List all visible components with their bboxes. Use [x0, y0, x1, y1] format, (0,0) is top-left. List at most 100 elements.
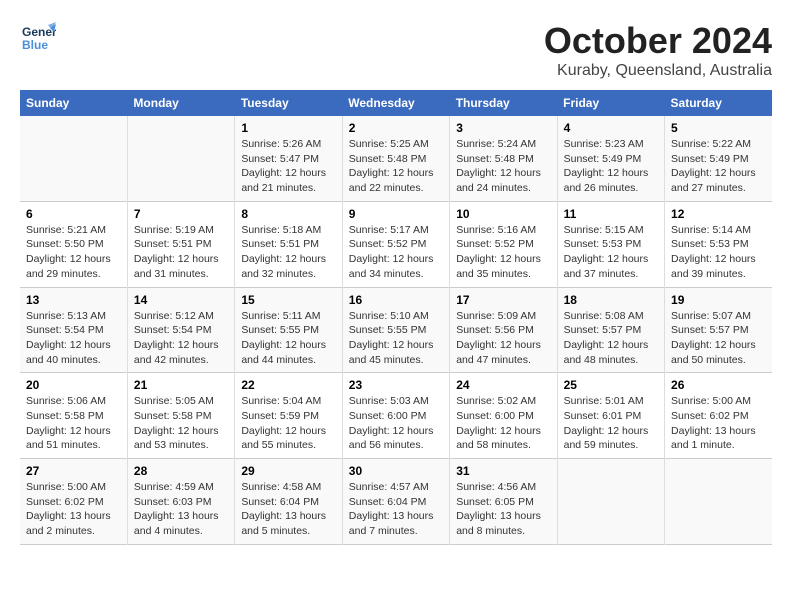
day-number: 18 [564, 293, 658, 307]
day-info: Sunrise: 5:02 AM Sunset: 6:00 PM Dayligh… [456, 394, 550, 453]
day-number: 27 [26, 464, 121, 478]
calendar-cell: 12Sunrise: 5:14 AM Sunset: 5:53 PM Dayli… [665, 201, 772, 287]
calendar-cell: 31 Sunrise: 4:56 AM Sunset: 6:05 PM Dayli… [450, 459, 557, 545]
day-number: 25 [564, 378, 658, 392]
logo: General Blue [20, 20, 56, 56]
calendar-cell: 10 Sunrise: 5:16 AM Sunset: 5:52 PM Dayli… [450, 201, 557, 287]
calendar-week-row: 1Sunrise: 5:26 AM Sunset: 5:47 PM Daylig… [20, 116, 772, 201]
calendar-cell: 8 Sunrise: 5:18 AM Sunset: 5:51 PM Daylig… [235, 201, 342, 287]
calendar-cell: 25 Sunrise: 5:01 AM Sunset: 6:01 PM Dayli… [557, 373, 664, 459]
day-info: Sunrise: 5:07 AM Sunset: 5:57 PM Dayligh… [671, 309, 766, 368]
day-number: 24 [456, 378, 550, 392]
calendar-cell: 1Sunrise: 5:26 AM Sunset: 5:47 PM Daylig… [235, 116, 342, 201]
calendar-cell: 6 Sunrise: 5:21 AM Sunset: 5:50 PM Daylig… [20, 201, 127, 287]
day-info: Sunrise: 4:59 AM Sunset: 6:03 PM Dayligh… [134, 480, 228, 539]
day-info: Sunrise: 4:56 AM Sunset: 6:05 PM Dayligh… [456, 480, 550, 539]
title-block: October 2024 Kuraby, Queensland, Austral… [544, 20, 772, 80]
calendar-cell [665, 459, 772, 545]
day-number: 14 [134, 293, 228, 307]
svg-text:Blue: Blue [22, 38, 48, 52]
day-number: 23 [349, 378, 443, 392]
day-info: Sunrise: 5:10 AM Sunset: 5:55 PM Dayligh… [349, 309, 443, 368]
day-info: Sunrise: 5:19 AM Sunset: 5:51 PM Dayligh… [134, 223, 228, 282]
weekday-header: Sunday [20, 90, 127, 116]
calendar-week-row: 6 Sunrise: 5:21 AM Sunset: 5:50 PM Daylig… [20, 201, 772, 287]
day-info: Sunrise: 5:11 AM Sunset: 5:55 PM Dayligh… [241, 309, 335, 368]
day-info: Sunrise: 5:08 AM Sunset: 5:57 PM Dayligh… [564, 309, 658, 368]
weekday-header: Tuesday [235, 90, 342, 116]
day-info: Sunrise: 5:21 AM Sunset: 5:50 PM Dayligh… [26, 223, 121, 282]
day-info: Sunrise: 5:25 AM Sunset: 5:48 PM Dayligh… [349, 137, 443, 196]
day-info: Sunrise: 4:58 AM Sunset: 6:04 PM Dayligh… [241, 480, 335, 539]
calendar-cell: 26 Sunrise: 5:00 AM Sunset: 6:02 PM Dayli… [665, 373, 772, 459]
day-info: Sunrise: 5:23 AM Sunset: 5:49 PM Dayligh… [564, 137, 658, 196]
day-info: Sunrise: 5:06 AM Sunset: 5:58 PM Dayligh… [26, 394, 121, 453]
calendar-cell: 3 Sunrise: 5:24 AM Sunset: 5:48 PM Daylig… [450, 116, 557, 201]
weekday-header: Saturday [665, 90, 772, 116]
weekday-header-row: SundayMondayTuesdayWednesdayThursdayFrid… [20, 90, 772, 116]
location: Kuraby, Queensland, Australia [544, 62, 772, 80]
weekday-header: Friday [557, 90, 664, 116]
day-info: Sunrise: 4:57 AM Sunset: 6:04 PM Dayligh… [349, 480, 443, 539]
day-info: Sunrise: 5:00 AM Sunset: 6:02 PM Dayligh… [26, 480, 121, 539]
calendar-cell: 17 Sunrise: 5:09 AM Sunset: 5:56 PM Dayli… [450, 287, 557, 373]
day-number: 4 [564, 121, 658, 135]
day-number: 26 [671, 378, 766, 392]
day-info: Sunrise: 5:16 AM Sunset: 5:52 PM Dayligh… [456, 223, 550, 282]
calendar-cell: 16 Sunrise: 5:10 AM Sunset: 5:55 PM Dayli… [342, 287, 449, 373]
day-number: 3 [456, 121, 550, 135]
calendar-cell [557, 459, 664, 545]
day-number: 16 [349, 293, 443, 307]
calendar-cell [127, 116, 234, 201]
day-info: Sunrise: 5:04 AM Sunset: 5:59 PM Dayligh… [241, 394, 335, 453]
calendar-table: SundayMondayTuesdayWednesdayThursdayFrid… [20, 90, 772, 545]
calendar-cell: 5 Sunrise: 5:22 AM Sunset: 5:49 PM Daylig… [665, 116, 772, 201]
day-number: 28 [134, 464, 228, 478]
day-number: 8 [241, 207, 335, 221]
day-number: 20 [26, 378, 121, 392]
calendar-week-row: 27 Sunrise: 5:00 AM Sunset: 6:02 PM Dayli… [20, 459, 772, 545]
weekday-header: Wednesday [342, 90, 449, 116]
calendar-cell: 15 Sunrise: 5:11 AM Sunset: 5:55 PM Dayli… [235, 287, 342, 373]
page-header: General Blue October 2024 Kuraby, Queens… [20, 20, 772, 80]
day-number: 17 [456, 293, 550, 307]
day-number: 19 [671, 293, 766, 307]
calendar-cell: 27 Sunrise: 5:00 AM Sunset: 6:02 PM Dayli… [20, 459, 127, 545]
day-number: 10 [456, 207, 550, 221]
calendar-cell: 20 Sunrise: 5:06 AM Sunset: 5:58 PM Dayli… [20, 373, 127, 459]
calendar-cell: 30Sunrise: 4:57 AM Sunset: 6:04 PM Dayli… [342, 459, 449, 545]
weekday-header: Monday [127, 90, 234, 116]
weekday-header: Thursday [450, 90, 557, 116]
calendar-cell: 9Sunrise: 5:17 AM Sunset: 5:52 PM Daylig… [342, 201, 449, 287]
day-number: 29 [241, 464, 335, 478]
day-info: Sunrise: 5:09 AM Sunset: 5:56 PM Dayligh… [456, 309, 550, 368]
day-info: Sunrise: 5:22 AM Sunset: 5:49 PM Dayligh… [671, 137, 766, 196]
calendar-cell: 24 Sunrise: 5:02 AM Sunset: 6:00 PM Dayli… [450, 373, 557, 459]
day-number: 5 [671, 121, 766, 135]
day-info: Sunrise: 5:26 AM Sunset: 5:47 PM Dayligh… [241, 137, 335, 196]
day-info: Sunrise: 5:01 AM Sunset: 6:01 PM Dayligh… [564, 394, 658, 453]
day-number: 7 [134, 207, 228, 221]
day-number: 31 [456, 464, 550, 478]
day-info: Sunrise: 5:00 AM Sunset: 6:02 PM Dayligh… [671, 394, 766, 453]
calendar-cell: 4 Sunrise: 5:23 AM Sunset: 5:49 PM Daylig… [557, 116, 664, 201]
day-number: 2 [349, 121, 443, 135]
day-number: 15 [241, 293, 335, 307]
day-number: 11 [564, 207, 658, 221]
calendar-cell [20, 116, 127, 201]
calendar-cell: 21Sunrise: 5:05 AM Sunset: 5:58 PM Dayli… [127, 373, 234, 459]
day-number: 6 [26, 207, 121, 221]
day-info: Sunrise: 5:13 AM Sunset: 5:54 PM Dayligh… [26, 309, 121, 368]
month-title: October 2024 [544, 20, 772, 62]
day-info: Sunrise: 5:24 AM Sunset: 5:48 PM Dayligh… [456, 137, 550, 196]
calendar-week-row: 20 Sunrise: 5:06 AM Sunset: 5:58 PM Dayli… [20, 373, 772, 459]
day-info: Sunrise: 5:18 AM Sunset: 5:51 PM Dayligh… [241, 223, 335, 282]
day-number: 22 [241, 378, 335, 392]
calendar-cell: 11Sunrise: 5:15 AM Sunset: 5:53 PM Dayli… [557, 201, 664, 287]
calendar-cell: 18 Sunrise: 5:08 AM Sunset: 5:57 PM Dayli… [557, 287, 664, 373]
day-number: 21 [134, 378, 228, 392]
calendar-cell: 7 Sunrise: 5:19 AM Sunset: 5:51 PM Daylig… [127, 201, 234, 287]
day-number: 9 [349, 207, 443, 221]
day-number: 12 [671, 207, 766, 221]
calendar-cell: 22 Sunrise: 5:04 AM Sunset: 5:59 PM Dayli… [235, 373, 342, 459]
